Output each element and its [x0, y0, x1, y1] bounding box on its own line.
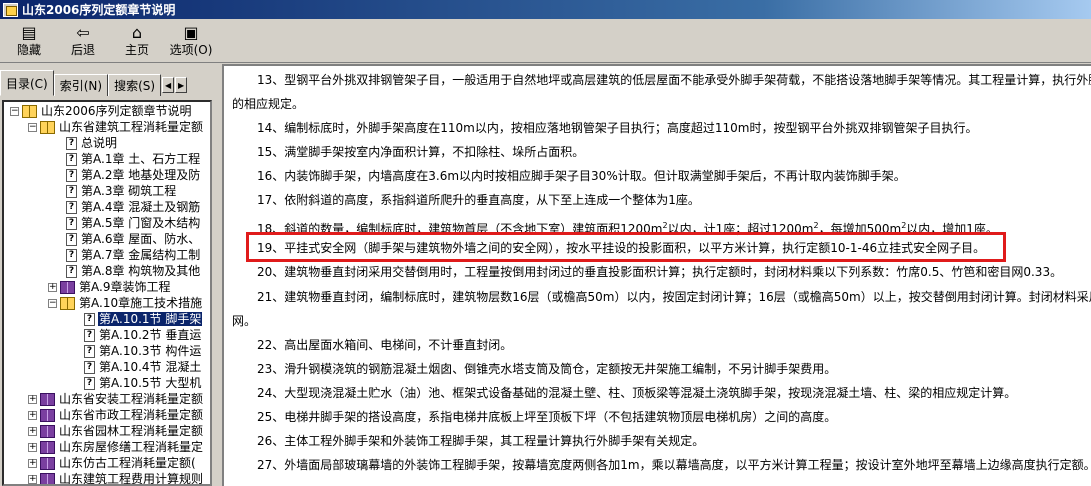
tree-item[interactable]: + 山东仿古工程消耗量定额(	[28, 456, 197, 470]
paragraph: 20、建筑物垂直封闭采用交替倒用时，工程量按倒用封闭过的垂直投影面积计算；执行定…	[257, 265, 1063, 279]
open-book-icon	[40, 120, 55, 134]
closed-book-icon	[40, 424, 55, 438]
help-page-icon: ?	[66, 216, 77, 230]
options-icon: ▣	[183, 23, 199, 42]
help-page-icon: ?	[66, 248, 77, 262]
paragraph: 27、外墙面局部玻璃幕墙的外装饰工程脚手架，按幕墙宽度两侧各加1m，乘以幕墙高度…	[257, 458, 1091, 472]
tree-item[interactable]: + 山东建筑工程费用计算规则	[28, 472, 204, 484]
tab-scroll-right-button[interactable]: ▶	[175, 77, 188, 93]
paragraph: 13、型钢平台外挑双排钢管架子目，一般适用于自然地坪或高层建筑的低层屋面不能承受…	[257, 73, 1091, 87]
closed-book-icon	[40, 440, 55, 454]
tab-index[interactable]: 索引(N)	[53, 74, 109, 96]
help-page-icon: ?	[66, 232, 77, 246]
options-button[interactable]: ▣ 选项(O)	[164, 19, 218, 61]
help-page-icon: ?	[66, 200, 77, 214]
help-page-icon: ?	[66, 152, 77, 166]
paragraph: 15、满堂脚手架按室内净面积计算，不扣除柱、垛所占面积。	[257, 145, 585, 159]
paragraph: 网。	[232, 314, 257, 328]
paragraph: 22、高出屋面水箱间、电梯间，不计垂直封闭。	[257, 338, 513, 352]
red-highlight-box	[246, 232, 1006, 262]
tree-item[interactable]: ? 第A.5章 门窗及木结构	[66, 216, 201, 230]
expand-icon[interactable]: +	[28, 426, 37, 436]
help-page-icon: ?	[84, 328, 95, 342]
collapse-icon[interactable]: −	[28, 122, 37, 132]
expand-icon[interactable]: +	[28, 458, 37, 468]
help-page-icon: ?	[66, 264, 77, 278]
closed-book-icon	[40, 456, 55, 470]
paragraph: 26、主体工程外脚手架和外装饰工程脚手架，其工程量计算执行外脚手架有关规定。	[257, 434, 705, 448]
tree-item[interactable]: + 山东房屋修缮工程消耗量定	[28, 440, 204, 454]
closed-book-icon	[40, 408, 55, 422]
help-page-icon: ?	[84, 344, 95, 358]
toolbar: ▤ 隐藏 ⇦ 后退 ⌂ 主页 ▣ 选项(O)	[0, 19, 1091, 63]
closed-book-icon	[40, 472, 55, 484]
tree-item[interactable]: + 山东省安装工程消耗量定额	[28, 392, 204, 406]
paragraph: 25、电梯井脚手架的搭设高度，系指电梯井底板上坪至顶板下坪（不包括建筑物顶层电梯…	[257, 410, 837, 424]
tab-scroll-left-button[interactable]: ◀	[162, 77, 175, 93]
open-book-icon	[60, 296, 75, 310]
tree-item[interactable]: ? 第A.10.5节 大型机	[84, 376, 202, 390]
navigation-pane: 目录(C) 索引(N) 搜索(S) ◀ ▶ − 山东2006序列定额章节说明 −…	[0, 64, 216, 486]
arrow-left-icon: ◀	[165, 80, 172, 90]
tree-item[interactable]: − 第A.10章施工技术措施	[48, 296, 203, 310]
tree-item[interactable]: ? 第A.4章 混凝土及钢筋	[66, 200, 201, 214]
hide-button[interactable]: ▤ 隐藏	[2, 19, 56, 61]
tree-item[interactable]: ? 第A.10.4节 混凝土	[84, 360, 202, 374]
help-book-icon	[3, 2, 18, 17]
window-titlebar: 山东2006序列定额章节说明	[0, 0, 1091, 19]
help-page-icon: ?	[84, 376, 95, 390]
tree-item[interactable]: ? 第A.8章 构筑物及其他	[66, 264, 201, 278]
home-button[interactable]: ⌂ 主页	[110, 19, 164, 61]
tree-item-selected[interactable]: ? 第A.10.1节 脚手架	[84, 312, 203, 326]
home-icon: ⌂	[131, 23, 143, 42]
expand-icon[interactable]: +	[28, 474, 37, 484]
expand-icon[interactable]: +	[28, 394, 37, 404]
tree-item[interactable]: ? 第A.10.3节 构件运	[84, 344, 202, 358]
help-page-icon: ?	[84, 360, 95, 374]
topic-content: 13、型钢平台外挑双排钢管架子目，一般适用于自然地坪或高层建筑的低层屋面不能承受…	[222, 64, 1091, 486]
tree-item[interactable]: + 第A.9章装饰工程	[48, 280, 171, 294]
tree-item[interactable]: ? 第A.1章 土、石方工程	[66, 152, 201, 166]
paragraph: 24、大型现浇混凝土贮水（油）池、框架式设备基础的混凝土壁、柱、顶板梁等混凝土浇…	[257, 386, 1017, 400]
paragraph: 17、依附斜道的高度，系指斜道所爬升的垂直高度，从下至上连成一个整体为1座。	[257, 193, 700, 207]
paragraph: 16、内装饰脚手架，内墙高度在3.6m以内时按相应脚手架子目30%计取。但计取满…	[257, 169, 906, 183]
closed-book-icon	[60, 280, 75, 294]
back-arrow-icon: ⇦	[76, 23, 90, 42]
open-book-icon	[22, 104, 37, 118]
help-page-icon: ?	[66, 184, 77, 198]
help-page-icon: ?	[66, 136, 77, 150]
tree-item[interactable]: ? 第A.6章 屋面、防水、	[66, 232, 201, 246]
paragraph: 14、编制标底时，外脚手架高度在110m以内，按相应落地钢管架子目执行；高度超过…	[257, 121, 978, 135]
help-page-icon: ?	[66, 168, 77, 182]
arrow-right-icon: ▶	[178, 80, 185, 90]
collapse-icon[interactable]: −	[48, 298, 57, 308]
back-button[interactable]: ⇦ 后退	[56, 19, 110, 61]
tab-search[interactable]: 搜索(S)	[108, 74, 162, 96]
collapse-icon[interactable]: −	[10, 106, 19, 116]
navigation-tabs: 目录(C) 索引(N) 搜索(S) ◀ ▶	[0, 70, 216, 96]
paragraph: 21、建筑物垂直封闭，编制标底时，建筑物层数16层（或檐高50m）以内，按固定封…	[257, 290, 1091, 304]
expand-icon[interactable]: +	[48, 282, 57, 292]
paragraph: 的相应规定。	[232, 97, 305, 111]
tree-item[interactable]: − 山东2006序列定额章节说明	[10, 104, 193, 118]
tree-item[interactable]: ? 第A.3章 砌筑工程	[66, 184, 177, 198]
tree-item[interactable]: − 山东省建筑工程消耗量定额	[28, 120, 204, 134]
tree-item[interactable]: ? 第A.2章 地基处理及防	[66, 168, 201, 182]
expand-icon[interactable]: +	[28, 442, 37, 452]
contents-tree[interactable]: − 山东2006序列定额章节说明 − 山东省建筑工程消耗量定额 ? 总说明 ? …	[2, 100, 212, 486]
window-title: 山东2006序列定额章节说明	[22, 3, 176, 17]
tree-item[interactable]: + 山东省园林工程消耗量定额	[28, 424, 204, 438]
tree-item[interactable]: ? 第A.10.2节 垂直运	[84, 328, 202, 342]
tree-item[interactable]: ? 第A.7章 金属结构工制	[66, 248, 201, 262]
expand-icon[interactable]: +	[28, 410, 37, 420]
tab-contents[interactable]: 目录(C)	[0, 70, 54, 96]
hide-icon: ▤	[21, 23, 37, 42]
tree-item[interactable]: ? 总说明	[66, 136, 118, 150]
tree-item[interactable]: + 山东省市政工程消耗量定额	[28, 408, 204, 422]
closed-book-icon	[40, 392, 55, 406]
paragraph: 23、滑升钢模浇筑的钢筋混凝土烟囱、倒锥壳水塔支筒及筒仓，定额按无井架施工编制，…	[257, 362, 837, 376]
help-page-icon: ?	[84, 312, 95, 326]
